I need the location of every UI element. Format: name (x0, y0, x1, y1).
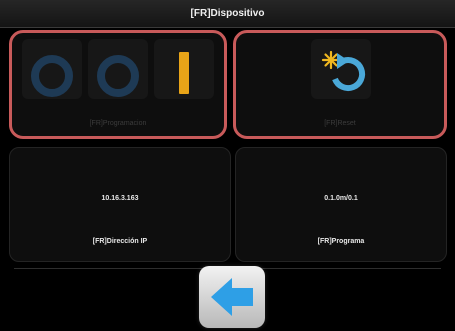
bar-icon-box (154, 39, 214, 99)
reset-icon-box (311, 39, 371, 99)
program-version-value: 0.1.0m/0.1 (324, 195, 358, 202)
page-title: [FR]Dispositivo (190, 8, 265, 19)
ring-icon-box-2 (88, 39, 148, 99)
ring-icon (97, 55, 139, 97)
back-button[interactable] (199, 266, 265, 328)
reset-tile[interactable]: [FR]Reset (233, 30, 447, 139)
ring-icon (31, 55, 73, 97)
program-tile: 0.1.0m/0.1 [FR]Programa (235, 147, 447, 262)
ring-icon-box-1 (22, 39, 82, 99)
reset-icon (321, 50, 366, 91)
bar-icon (179, 52, 189, 94)
reset-label: [FR]Reset (324, 120, 356, 127)
left-arrow-icon (211, 278, 253, 316)
ip-address-value: 10.16.3.163 (101, 195, 139, 202)
title-bar: [FR]Dispositivo (0, 0, 455, 28)
program-label: [FR]Programa (317, 238, 365, 245)
programacion-label: [FR]Programacion (89, 120, 147, 127)
ip-address-tile: 10.16.3.163 [FR]Dirección IP (9, 147, 231, 262)
programacion-tile[interactable]: [FR]Programacion (9, 30, 227, 139)
ip-address-label: [FR]Dirección IP (92, 238, 148, 245)
